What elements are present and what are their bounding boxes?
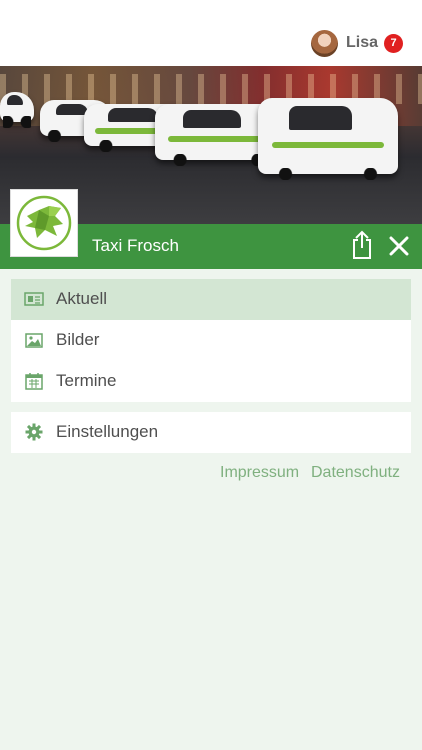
menu-item-einstellungen[interactable]: Einstellungen bbox=[11, 412, 411, 453]
menu-item-label: Bilder bbox=[56, 330, 100, 349]
menu-item-aktuell[interactable]: Aktuell bbox=[11, 279, 411, 320]
newspaper-icon bbox=[24, 289, 44, 309]
menu-item-label: Einstellungen bbox=[56, 422, 159, 441]
calendar-icon bbox=[24, 371, 44, 391]
primary-menu: Aktuell Bilder Termine bbox=[11, 279, 411, 402]
menu-item-label: Termine bbox=[56, 371, 117, 390]
top-bar: Lisa 7 bbox=[0, 0, 422, 66]
taxi-car bbox=[0, 92, 34, 128]
datenschutz-link[interactable]: Datenschutz bbox=[311, 464, 400, 482]
avatar[interactable] bbox=[311, 30, 338, 57]
menu-item-label: Aktuell bbox=[56, 289, 108, 308]
username[interactable]: Lisa bbox=[346, 34, 378, 52]
close-icon[interactable] bbox=[388, 235, 410, 257]
frog-logo bbox=[10, 189, 78, 257]
app-title: Taxi Frosch bbox=[92, 236, 179, 255]
share-icon[interactable] bbox=[350, 230, 374, 260]
notification-badge[interactable]: 7 bbox=[384, 34, 403, 53]
menu-item-termine[interactable]: Termine bbox=[11, 361, 411, 402]
menu-item-bilder[interactable]: Bilder bbox=[11, 320, 411, 361]
taxi-car bbox=[258, 98, 398, 180]
frog-logo-icon bbox=[16, 195, 72, 251]
impressum-link[interactable]: Impressum bbox=[220, 464, 299, 482]
secondary-menu: Einstellungen bbox=[11, 412, 411, 453]
image-icon bbox=[24, 330, 44, 350]
gear-icon bbox=[24, 422, 44, 442]
